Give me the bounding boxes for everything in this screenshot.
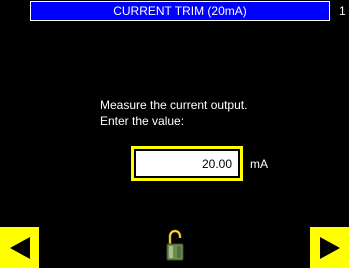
back-button[interactable] bbox=[0, 227, 39, 268]
instruction-text: Measure the current output. Enter the va… bbox=[100, 97, 247, 129]
current-value-input[interactable] bbox=[134, 149, 240, 178]
screen-title-text: CURRENT TRIM (20mA) bbox=[113, 4, 247, 18]
instruction-line-2: Enter the value: bbox=[100, 114, 185, 128]
unit-label: mA bbox=[250, 157, 268, 171]
instruction-line-1: Measure the current output. bbox=[100, 98, 248, 112]
right-arrow-icon bbox=[319, 236, 340, 259]
page-number: 1 bbox=[339, 4, 346, 18]
screen-title: CURRENT TRIM (20mA) bbox=[30, 1, 330, 21]
next-button[interactable] bbox=[310, 227, 349, 268]
value-input-focus-frame[interactable] bbox=[131, 146, 243, 181]
left-arrow-icon bbox=[9, 236, 30, 259]
unlocked-padlock-icon bbox=[166, 227, 184, 261]
